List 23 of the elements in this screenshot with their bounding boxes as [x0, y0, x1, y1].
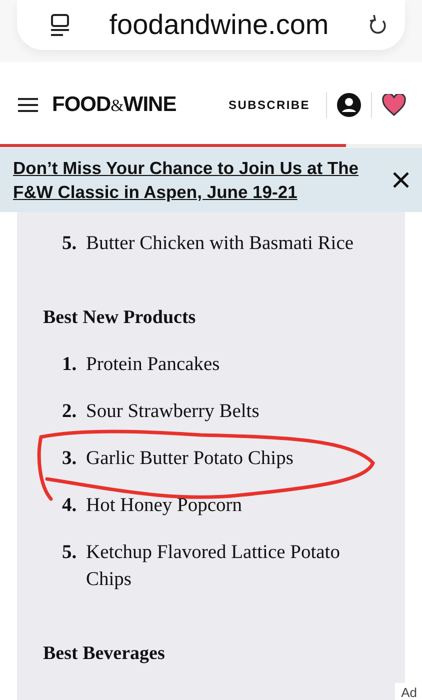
list-number: 5. — [62, 232, 77, 256]
account-icon[interactable] — [337, 93, 361, 117]
site-logo[interactable]: FOOD&WINE — [52, 93, 176, 117]
menu-icon[interactable] — [18, 98, 38, 112]
list-item-text: Protein Pancakes — [86, 353, 220, 377]
banner-link[interactable]: Don’t Miss Your Chance to Join Us at The F&W Classic in Aspen, June 19-21 — [13, 156, 378, 204]
list-number: 4. — [62, 494, 77, 518]
list-item-text: Butter Chicken with Basmati Rice — [86, 232, 354, 256]
list-item-text: Sour Strawberry Belts — [86, 400, 260, 424]
list-number: 3. — [62, 447, 77, 471]
close-button[interactable] — [392, 171, 410, 189]
list-item-text: Garlic Butter Potato Chips — [86, 447, 294, 471]
list-number: 1. — [62, 353, 77, 377]
reader-icon[interactable] — [49, 13, 71, 37]
heart-icon[interactable] — [382, 94, 406, 116]
list-item-text: Ketchup Flavored Lattice Potato Chips — [86, 541, 341, 592]
list-number: 2. — [62, 400, 77, 424]
subscribe-link[interactable]: SUBSCRIBE — [222, 98, 316, 112]
address-bar[interactable]: foodandwine.com — [17, 0, 405, 50]
list-item-text: Hot Honey Popcorn — [86, 494, 242, 518]
list-number: 5. — [62, 541, 77, 565]
section-heading: Best New Products — [43, 307, 197, 329]
section-heading: Best Beverages — [43, 643, 166, 665]
